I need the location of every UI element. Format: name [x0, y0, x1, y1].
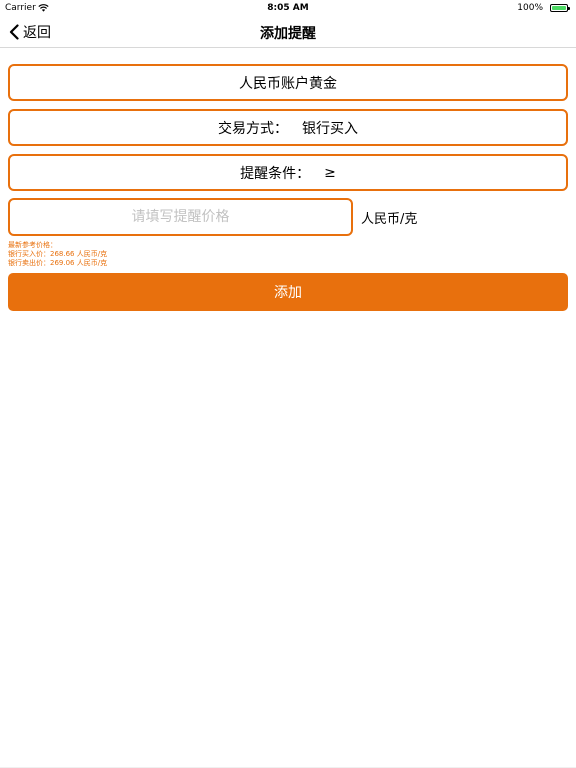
condition-field[interactable]: 提醒条件： ≥ [8, 154, 568, 191]
reference-title: 最新参考价格： [8, 241, 57, 249]
reference-price-info: 最新参考价格： 银行买入价：268.66 人民币/克 银行卖出价：269.06 … [8, 241, 107, 268]
trade-method-field[interactable]: 交易方式： 银行买入 [8, 109, 568, 146]
navigation-bar: 返回 添加提醒 [0, 16, 576, 48]
battery-percent: 100% [517, 3, 543, 13]
condition-label: 提醒条件： [240, 165, 311, 182]
reference-sell-price: 银行卖出价：269.06 人民币/克 [8, 259, 108, 267]
trade-method-value: 银行买入 [302, 120, 358, 137]
reference-buy-price: 银行买入价：268.66 人民币/克 [8, 250, 108, 258]
unit-label: 人民币/克 [361, 212, 418, 227]
page-title: 添加提醒 [260, 26, 316, 42]
battery-icon [550, 4, 570, 12]
add-button-label: 添加 [274, 285, 302, 301]
clock-time: 8:05 AM [267, 3, 309, 13]
add-button[interactable]: 添加 [8, 273, 568, 311]
status-bar: Carrier 8:05 AM 100% [0, 0, 576, 16]
trade-method-label: 交易方式： [218, 120, 288, 137]
condition-value: ≥ [324, 164, 336, 181]
account-field[interactable]: 人民币账户黄金 [8, 64, 568, 101]
account-value: 人民币账户黄金 [239, 75, 337, 92]
price-input[interactable] [8, 198, 353, 236]
